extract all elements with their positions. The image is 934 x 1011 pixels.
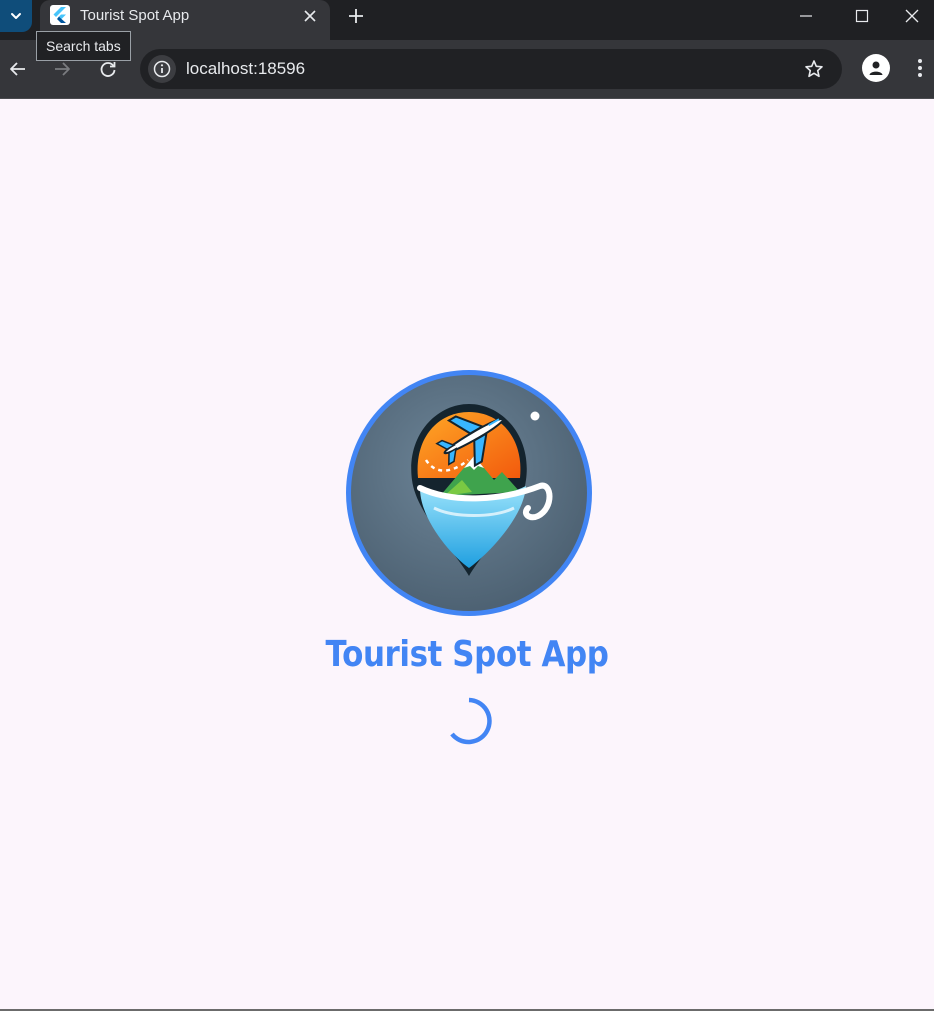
close-window-button[interactable] (890, 0, 934, 32)
browser-menu-button[interactable] (908, 54, 932, 82)
tab-title: Tourist Spot App (80, 7, 190, 24)
tab-search-button[interactable] (0, 0, 32, 32)
maximize-icon (855, 9, 869, 23)
info-icon (153, 60, 171, 78)
minimize-button[interactable] (778, 0, 834, 32)
close-icon (905, 9, 919, 23)
reload-icon (100, 62, 116, 77)
site-info-button[interactable] (148, 55, 176, 83)
minimize-icon (800, 15, 812, 17)
app-title: Tourist Spot App (325, 634, 609, 675)
maximize-button[interactable] (834, 0, 890, 32)
close-tab-button[interactable] (300, 6, 320, 26)
chevron-down-icon (11, 13, 21, 19)
travel-pin-logo (344, 368, 594, 618)
arrow-left-icon (10, 62, 25, 76)
profile-icon (869, 61, 883, 75)
search-tabs-tooltip: Search tabs (36, 31, 131, 61)
browser-toolbar: localhost:18596 (0, 40, 934, 99)
flutter-icon (50, 5, 70, 25)
new-tab-button[interactable] (342, 4, 370, 28)
url-text[interactable]: localhost:18596 (186, 59, 305, 79)
kebab-menu-icon (918, 59, 922, 77)
bookmark-button[interactable] (802, 57, 826, 81)
plus-icon (349, 9, 363, 23)
back-button[interactable] (2, 53, 34, 85)
close-icon (304, 10, 316, 22)
address-bar[interactable]: localhost:18596 (140, 49, 842, 89)
profile-button[interactable] (862, 54, 890, 82)
title-bar: Tourist Spot App (0, 0, 934, 40)
star-icon (805, 60, 823, 78)
arrow-right-icon (55, 62, 70, 76)
loading-spinner (450, 697, 492, 745)
